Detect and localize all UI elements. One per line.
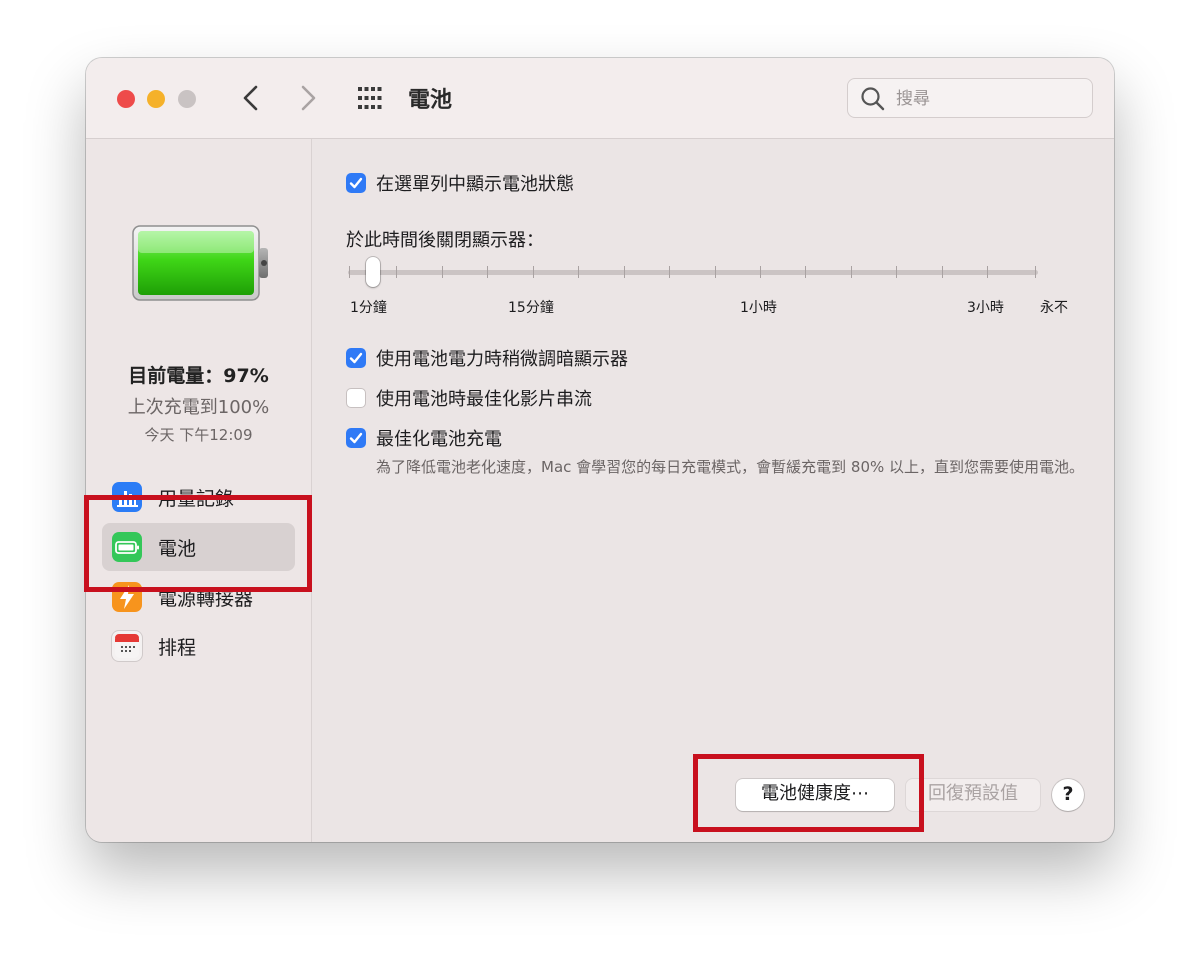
battery-icon <box>112 532 142 562</box>
chevron-right-icon <box>301 85 316 111</box>
dim-display-label: 使用電池電力時稍微調暗顯示器 <box>376 349 628 370</box>
show-status-label: 在選單列中顯示電池狀態 <box>376 174 574 195</box>
help-button[interactable]: ? <box>1052 779 1084 811</box>
slider-tick-label: 永不 <box>1040 300 1068 316</box>
slider-tick <box>533 266 534 278</box>
sidebar: 目前電量：97% 上次充電到100% 今天 下午12:09 用量記錄 電池 電源… <box>86 139 312 842</box>
optimize-charging-label: 最佳化電池充電 <box>376 429 502 450</box>
slider-tick <box>987 266 988 278</box>
slider-tick-label: 15分鐘 <box>508 300 554 316</box>
slider-tick <box>851 266 852 278</box>
display-off-label: 於此時間後關閉顯示器： <box>346 230 544 251</box>
sidebar-item-power-adapter[interactable]: 電源轉接器 <box>102 573 295 621</box>
zoom-window-button[interactable] <box>178 90 196 108</box>
optimize-video-checkbox[interactable] <box>346 388 366 408</box>
minimize-window-button[interactable] <box>147 90 165 108</box>
search-field[interactable] <box>847 78 1093 118</box>
system-preferences-window: 電池 搜尋 目前電量：97% 上次充電到100% 今天 下午12:09 用量記錄… <box>86 58 1114 842</box>
slider-tick <box>349 266 350 278</box>
close-window-button[interactable] <box>117 90 135 108</box>
last-charged-time: 今天 下午12:09 <box>144 426 253 444</box>
slider-tick <box>896 266 897 278</box>
battery-settings-pane: 在選單列中顯示電池狀態 於此時間後關閉顯示器： 1分鐘 15分鐘 1小時 3小時 <box>312 139 1114 842</box>
back-button[interactable] <box>236 81 266 115</box>
battery-level-icon <box>132 225 268 301</box>
search-input[interactable] <box>894 83 1088 115</box>
bar-chart-icon <box>112 482 142 512</box>
slider-tick <box>942 266 943 278</box>
search-icon <box>861 87 885 111</box>
slider-tick-label: 1小時 <box>740 300 777 316</box>
slider-tick <box>1035 266 1036 278</box>
dim-display-checkbox[interactable] <box>346 348 366 368</box>
last-charged-level: 上次充電到100% <box>127 397 270 418</box>
slider-tick <box>487 266 488 278</box>
lightning-bolt-icon <box>112 582 142 612</box>
slider-tick <box>578 266 579 278</box>
slider-tick-label: 3小時 <box>967 300 1004 316</box>
checkmark-icon <box>349 432 363 444</box>
slider-tick <box>442 266 443 278</box>
slider-tick <box>760 266 761 278</box>
optimize-video-label: 使用電池時最佳化影片串流 <box>376 389 592 410</box>
slider-tick <box>715 266 716 278</box>
sidebar-item-schedule[interactable]: 排程 <box>102 622 295 670</box>
sidebar-item-label: 排程 <box>158 637 197 659</box>
slider-tick <box>624 266 625 278</box>
checkmark-icon <box>349 352 363 364</box>
sidebar-item-label: 電池 <box>158 538 197 560</box>
show-status-checkbox[interactable] <box>346 173 366 193</box>
window-title: 電池 <box>408 88 453 113</box>
slider-thumb[interactable] <box>366 257 380 287</box>
calendar-icon <box>112 631 142 661</box>
current-charge-level: 目前電量：97% <box>128 365 269 387</box>
restore-defaults-button[interactable]: 回復預設值 <box>906 779 1040 811</box>
sidebar-item-label: 用量記錄 <box>158 488 235 510</box>
checkmark-icon <box>349 177 363 189</box>
slider-tick <box>396 266 397 278</box>
slider-tick-label: 1分鐘 <box>350 300 387 316</box>
optimize-charging-checkbox[interactable] <box>346 428 366 448</box>
battery-health-button[interactable]: 電池健康度⋯ <box>736 779 894 811</box>
slider-track <box>348 270 1038 275</box>
slider-tick <box>805 266 806 278</box>
sidebar-item-battery[interactable]: 電池 <box>102 523 295 571</box>
forward-button[interactable] <box>293 81 323 115</box>
sidebar-item-usage-history[interactable]: 用量記錄 <box>102 473 295 521</box>
show-all-button[interactable] <box>358 87 382 109</box>
chevron-left-icon <box>243 85 258 111</box>
title-bar: 電池 <box>86 58 1114 139</box>
grid-icon <box>358 87 382 109</box>
slider-tick <box>669 266 670 278</box>
sidebar-item-label: 電源轉接器 <box>158 588 254 610</box>
optimize-charging-description: 為了降低電池老化速度，Mac 會學習您的每日充電模式，會暫緩充電到 80% 以上… <box>376 458 1085 476</box>
